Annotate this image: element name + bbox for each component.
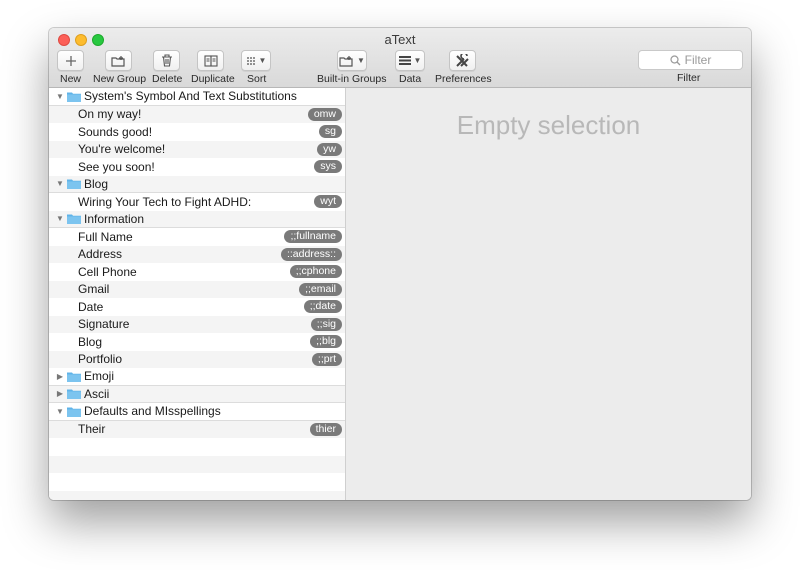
snippet-name: Signature: [78, 317, 130, 332]
abbreviation-badge: omw: [307, 107, 342, 121]
snippet-row[interactable]: Wiring Your Tech to Fight ADHD: wyt: [49, 193, 345, 211]
snippet-name: Blog: [78, 334, 103, 349]
snippet-row[interactable]: Full Name ;;fullname: [49, 228, 345, 246]
group-name: System's Symbol And Text Substitutions: [84, 89, 297, 104]
snippet-row[interactable]: Their thier: [49, 420, 345, 438]
abbreviation-badge: sg: [318, 125, 342, 138]
preferences-label: Preferences: [435, 73, 492, 85]
duplicate-icon: [197, 50, 224, 71]
group-row[interactable]: ▶ Ascii: [49, 385, 345, 403]
abbreviation-badge: ;;email: [299, 282, 342, 296]
group-row[interactable]: ▼ Blog: [49, 175, 345, 193]
snippet-list: ▼ System's Symbol And Text Substitutions O…: [49, 88, 346, 500]
search-placeholder: Filter: [684, 53, 712, 67]
abbreviation-badge: yw: [317, 142, 342, 156]
chevron-down-icon: ▼: [357, 56, 365, 65]
abbreviation-badge: ;;date: [303, 300, 342, 313]
detail-pane: Empty selection: [346, 88, 751, 500]
folder-icon: [67, 213, 81, 225]
abbreviation-badge: ;;prt: [311, 352, 342, 366]
snippet-name: Date: [78, 299, 104, 314]
snippet-row[interactable]: Portfolio ;;prt: [49, 350, 345, 368]
snippet-row[interactable]: Address::address::: [49, 245, 345, 263]
group-name: Emoji: [84, 369, 115, 384]
sort-icon: ▼: [241, 50, 271, 71]
app-window: aText New New Group Delete Duplicate ▼ S…: [49, 28, 751, 500]
data-label: Data: [399, 73, 422, 85]
abbreviation-badge: ;;blg: [310, 335, 342, 348]
trash-icon: [153, 50, 180, 71]
group-row[interactable]: ▼ System's Symbol And Text Substitutions: [49, 88, 345, 106]
sort-label: Sort: [247, 73, 267, 85]
folder-icon: [67, 371, 81, 382]
folder-icon: [67, 178, 81, 190]
group-name: Information: [84, 211, 145, 226]
new-label: New: [60, 73, 82, 85]
abbreviation-badge: sys: [314, 160, 342, 173]
group-name: Defaults and MIsspellings: [84, 404, 221, 419]
duplicate-label: Duplicate: [191, 73, 235, 85]
snippet-row[interactable]: On my way! omw: [49, 105, 345, 123]
snippet-name: Cell Phone: [78, 264, 137, 279]
folder-icon: [67, 91, 81, 102]
plus-icon: [57, 50, 84, 71]
abbreviation-badge: thier: [309, 422, 342, 436]
new-group-label: New Group: [93, 73, 147, 85]
folder-plus-icon: ▼: [337, 50, 367, 71]
snippet-name: Address: [78, 247, 123, 262]
group-row[interactable]: ▶ Emoji: [49, 368, 345, 386]
abbreviation-badge: ;;fullname: [284, 230, 342, 243]
group-row[interactable]: ▼ Defaults and MIsspellings: [49, 403, 345, 421]
group-name: Blog: [84, 176, 109, 191]
delete-label: Delete: [152, 73, 183, 85]
snippet-name: You're welcome!: [78, 142, 166, 157]
snippet-row[interactable]: Date ;;date: [49, 298, 345, 316]
chevron-down-icon: ▼: [413, 56, 422, 65]
snippet-name: On my way!: [78, 107, 142, 122]
disclosure-triangle-down-icon[interactable]: ▼: [55, 214, 65, 223]
snippet-row[interactable]: Sounds good! sg: [49, 123, 345, 141]
chevron-down-icon: ▼: [258, 56, 267, 65]
snippet-name: See you soon!: [78, 159, 155, 174]
empty-row: [49, 438, 345, 456]
empty-row: [49, 473, 345, 491]
window-title: aText: [384, 32, 416, 47]
abbreviation-badge: ;;cphone: [289, 265, 342, 278]
abbreviation-badge: ;;sig: [310, 317, 342, 331]
snippet-name: Wiring Your Tech to Fight ADHD:: [78, 194, 252, 209]
disclosure-triangle-down-icon[interactable]: ▼: [55, 407, 65, 416]
group-name: Ascii: [84, 386, 110, 401]
toolbar: aText New New Group Delete Duplicate ▼ S…: [49, 28, 751, 88]
folder-plus-icon: [105, 50, 132, 71]
snippet-name: Sounds good!: [78, 124, 153, 139]
snippet-name: Their: [78, 422, 106, 437]
disclosure-triangle-right-icon[interactable]: ▶: [55, 389, 65, 398]
snippet-row[interactable]: You're welcome! yw: [49, 140, 345, 158]
tools-icon: [449, 50, 476, 71]
search-icon: [670, 54, 681, 65]
snippet-name: Full Name: [78, 229, 133, 244]
folder-icon: [67, 388, 81, 400]
search-input[interactable]: Filter: [638, 50, 743, 70]
filter-label: Filter: [677, 72, 701, 84]
folder-icon: [67, 406, 81, 417]
builtin-groups-label: Built-in Groups: [317, 73, 387, 85]
abbreviation-badge: wyt: [314, 195, 342, 208]
abbreviation-badge: ::address::: [280, 247, 342, 261]
group-row[interactable]: ▼ Information: [49, 210, 345, 228]
empty-selection-label: Empty selection: [456, 110, 641, 140]
snippet-row[interactable]: Blog ;;blg: [49, 333, 345, 351]
snippet-name: Gmail: [78, 282, 110, 297]
empty-row: [49, 455, 345, 473]
empty-row: [49, 490, 345, 500]
snippet-row[interactable]: Signature ;;sig: [49, 315, 345, 333]
menu-lines-icon: ▼: [395, 50, 425, 71]
snippet-row[interactable]: See you soon! sys: [49, 158, 345, 176]
snippet-name: Portfolio: [78, 352, 123, 367]
snippet-row[interactable]: Gmail ;;email: [49, 280, 345, 298]
disclosure-triangle-right-icon[interactable]: ▶: [55, 372, 65, 381]
disclosure-triangle-down-icon[interactable]: ▼: [55, 92, 65, 101]
disclosure-triangle-down-icon[interactable]: ▼: [55, 179, 65, 188]
snippet-row[interactable]: Cell Phone ;;cphone: [49, 263, 345, 281]
